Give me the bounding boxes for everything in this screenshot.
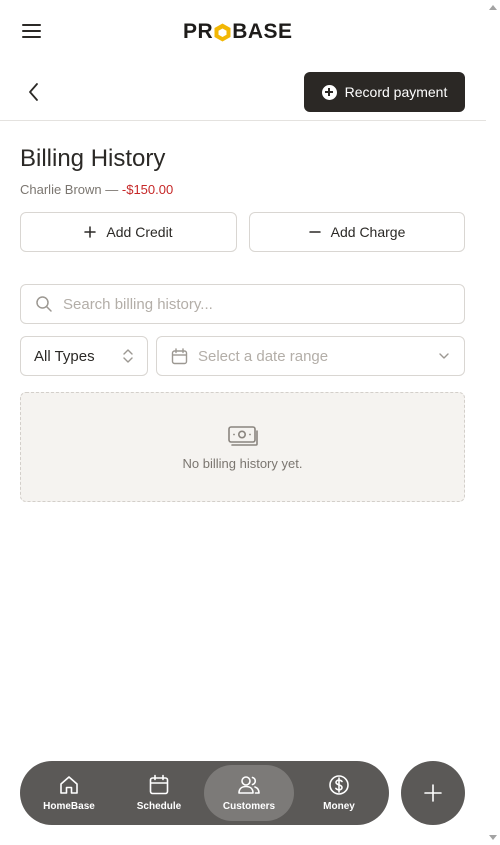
nav-label-customers: Customers	[222, 801, 276, 812]
bottom-navigation: HomeBase Schedule Customers Money	[20, 761, 389, 825]
logo-hexagon-icon	[214, 23, 231, 42]
dollar-circle-icon	[329, 775, 349, 795]
plus-icon	[84, 226, 97, 238]
scroll-up-arrow-icon[interactable]	[489, 5, 497, 10]
plus-circle-icon	[321, 84, 337, 100]
calendar-icon	[171, 347, 188, 364]
add-charge-button[interactable]: Add Charge	[249, 212, 465, 252]
add-credit-label: Add Credit	[106, 224, 173, 240]
empty-state-panel: No billing history yet.	[20, 392, 465, 502]
balance-amount: -$150.00	[121, 182, 174, 197]
probase-logo[interactable]: PR BASE	[183, 19, 293, 45]
nav-item-schedule[interactable]: Schedule	[114, 765, 204, 821]
calendar-icon	[149, 774, 169, 795]
nav-item-money[interactable]: Money	[294, 765, 384, 821]
date-range-picker[interactable]: Select a date range	[156, 336, 465, 376]
logo-text-left: PR	[183, 20, 214, 43]
money-bill-icon	[227, 425, 258, 446]
add-charge-label: Add Charge	[330, 224, 406, 240]
nav-item-homebase[interactable]: HomeBase	[24, 765, 114, 821]
back-chevron-icon[interactable]	[22, 80, 46, 104]
nav-label-homebase: HomeBase	[43, 801, 95, 812]
search-input[interactable]	[63, 295, 443, 313]
page-toolbar: Record payment	[0, 64, 486, 121]
page-title: Billing History	[20, 145, 166, 172]
hamburger-menu-icon[interactable]	[22, 24, 42, 40]
plus-icon	[424, 784, 442, 802]
type-filter-value: All Types	[34, 347, 95, 365]
customer-balance-line: Charlie Brown — -$150.00	[20, 182, 173, 197]
minus-icon	[308, 231, 321, 233]
empty-state-message: No billing history yet.	[182, 455, 303, 471]
search-icon	[36, 296, 52, 312]
scroll-down-arrow-icon[interactable]	[489, 835, 497, 840]
users-icon	[238, 776, 260, 794]
nav-item-customers[interactable]: Customers	[204, 765, 294, 821]
type-filter-select[interactable]: All Types	[20, 336, 148, 376]
add-fab-button[interactable]	[401, 761, 465, 825]
logo-text-right: BASE	[232, 20, 293, 43]
top-bar: PR BASE	[0, 0, 486, 64]
nav-label-money: Money	[323, 801, 355, 812]
home-icon	[60, 776, 78, 794]
chevron-down-icon	[439, 353, 449, 359]
record-payment-button[interactable]: Record payment	[304, 72, 465, 112]
nav-label-schedule: Schedule	[136, 801, 182, 812]
search-field[interactable]	[20, 284, 465, 324]
record-payment-label: Record payment	[344, 84, 448, 100]
add-credit-button[interactable]: Add Credit	[20, 212, 237, 252]
chevron-up-down-icon	[123, 349, 133, 363]
date-range-placeholder: Select a date range	[198, 347, 329, 365]
page-scrollbar[interactable]	[486, 0, 500, 845]
customer-name: Charlie Brown —	[20, 182, 119, 197]
